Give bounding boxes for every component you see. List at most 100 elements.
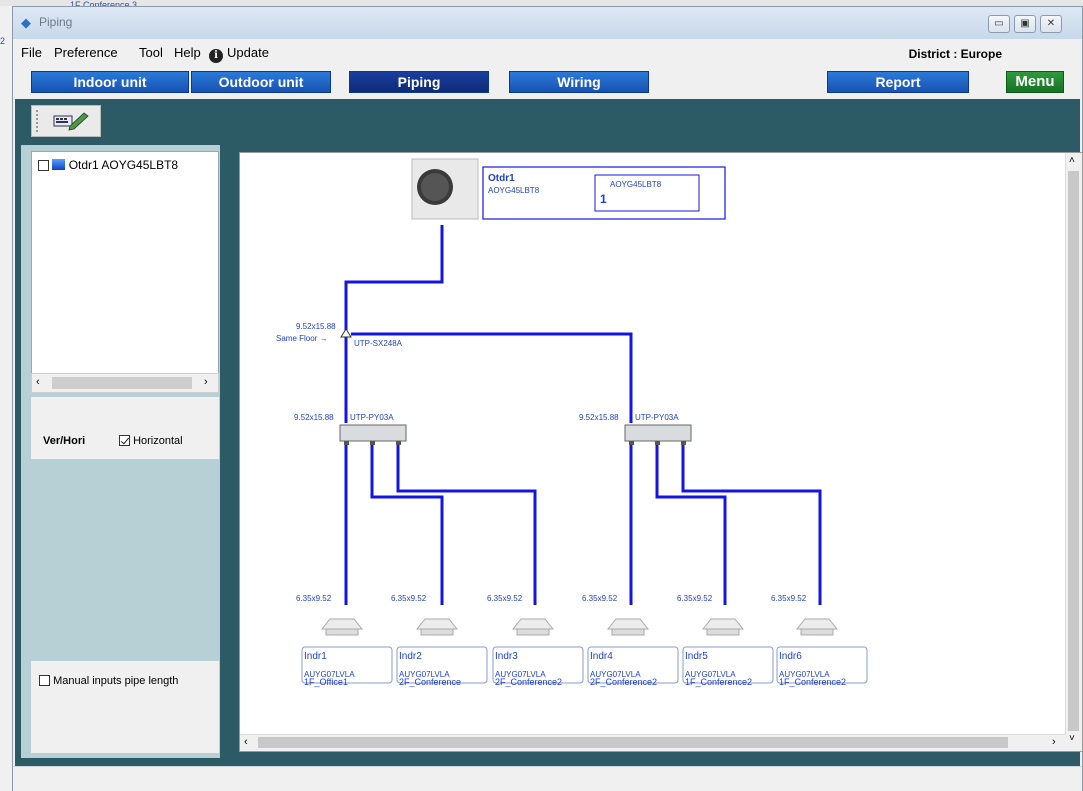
indoor-branch-pipe: [396, 445, 537, 605]
cassette-unit-icon: [701, 618, 745, 630]
cassette-unit-base: [611, 628, 645, 636]
piping-diagram: Otdr1AOYG45LBT8AOYG45LBT819.52x15.88Same…: [276, 158, 868, 687]
menu-help[interactable]: Help: [174, 45, 201, 60]
close-button[interactable]: ✕: [1040, 15, 1062, 33]
tree-item[interactable]: Otdr1 AOYG45LBT8: [38, 158, 178, 172]
horizontal-check-icon[interactable]: [119, 435, 130, 446]
indoor-pipe-size: 6.35x9.52: [296, 594, 332, 603]
scroll-left-icon[interactable]: ‹: [36, 376, 40, 388]
window-title: Piping: [39, 15, 73, 29]
indoor-name: Indr6: [779, 651, 802, 662]
indoor-room: 2F_Conference2: [590, 677, 657, 687]
indoor-room: 2F_Conference2: [495, 677, 562, 687]
header-port: [655, 441, 660, 445]
toolbar: [31, 105, 101, 137]
indoor-room: 1F_Conference2: [685, 677, 752, 687]
manual-check-icon[interactable]: [39, 675, 50, 686]
cassette-unit-icon: [415, 618, 459, 630]
canvas-vertical-scrollbar[interactable]: ˄ ˅: [1065, 153, 1082, 751]
tab-outdoor-unit[interactable]: Outdoor unit: [191, 71, 331, 93]
header-manifold-icon[interactable]: [339, 424, 407, 442]
horizontal-scroll-thumb[interactable]: [258, 737, 1008, 748]
tree-item-checkbox[interactable]: [38, 160, 49, 171]
minimize-button[interactable]: ▭: [988, 15, 1010, 33]
scroll-down-icon[interactable]: ˅: [1069, 733, 1075, 744]
indoor-pipe-size: 6.35x9.52: [677, 594, 713, 603]
indoor-branch-pipe: [370, 445, 444, 605]
indoor-branch-pipe: [681, 445, 822, 605]
header-port: [629, 441, 634, 445]
manual-input-panel: Manual inputs pipe length: [31, 661, 219, 753]
scroll-right-icon[interactable]: ›: [204, 376, 208, 388]
tab-indoor-unit[interactable]: Indoor unit: [31, 71, 189, 93]
indoor-name: Indr5: [685, 651, 708, 662]
indoor-name: Indr3: [495, 651, 518, 662]
horizontal-checkbox[interactable]: Horizontal: [119, 435, 183, 447]
piping-canvas: Otdr1 AOYG45LBT8 AOYG45LBT8 1 9.52x15.88 Same…: [239, 152, 1083, 752]
tab-report[interactable]: Report: [827, 71, 969, 93]
edit-pencil-icon[interactable]: [52, 110, 92, 132]
tree-scrollbar[interactable]: ‹ ›: [31, 373, 219, 393]
vertical-scroll-thumb[interactable]: [1068, 171, 1079, 731]
scroll-thumb[interactable]: [52, 377, 192, 389]
menu-preference[interactable]: Preference: [54, 45, 118, 60]
manual-length-label: Manual inputs pipe length: [53, 675, 179, 687]
background-app-strip: [0, 0, 12, 791]
indoor-room: 1F_Conference2: [779, 677, 846, 687]
canvas-horizontal-scrollbar[interactable]: ‹ ›: [240, 734, 1066, 751]
header-model: UTP-PY03A: [635, 413, 679, 422]
maximize-button[interactable]: ▣: [1014, 15, 1036, 33]
background-link[interactable]: 2: [0, 36, 5, 46]
menu-tool[interactable]: Tool: [139, 45, 163, 60]
cassette-unit-icon: [320, 618, 364, 630]
header-port: [681, 441, 686, 445]
canvas-scroll-left-icon[interactable]: ‹: [244, 736, 248, 748]
manual-length-checkbox[interactable]: Manual inputs pipe length: [39, 675, 178, 687]
outdoor-box-model: AOYG45LBT8: [610, 180, 662, 189]
title-bar: ◆ Piping ▭ ▣ ✕: [13, 7, 1082, 39]
menu-button[interactable]: Menu: [1006, 71, 1064, 93]
nav-bar: Indoor unit Outdoor unit Piping Wiring R…: [13, 65, 1082, 99]
header-port: [344, 441, 349, 445]
verhori-label: Ver/Hori: [43, 435, 86, 447]
indoor-room: 2F_Conference: [399, 677, 461, 687]
tab-piping[interactable]: Piping: [349, 71, 489, 93]
status-bar: [13, 766, 1082, 791]
header-model: UTP-PY03A: [350, 413, 394, 422]
cassette-unit-base: [706, 628, 740, 636]
scroll-up-icon[interactable]: ˄: [1069, 155, 1075, 166]
piping-window: ◆ Piping ▭ ▣ ✕ File Preference Tool Help…: [12, 6, 1083, 791]
cassette-unit-icon: [795, 618, 839, 630]
indoor-pipe-size: 6.35x9.52: [771, 594, 807, 603]
cassette-unit-base: [516, 628, 550, 636]
header-port: [396, 441, 401, 445]
indoor-pipe-size: 6.35x9.52: [391, 594, 427, 603]
tab-wiring[interactable]: Wiring: [509, 71, 649, 93]
menu-update[interactable]: i Update: [209, 45, 269, 63]
outdoor-model: AOYG45LBT8: [488, 186, 540, 195]
cassette-unit-icon: [511, 618, 555, 630]
cassette-unit-base: [420, 628, 454, 636]
toolbar-grip[interactable]: [36, 110, 41, 132]
cassette-unit-base: [800, 628, 834, 636]
canvas-scroll-right-icon[interactable]: ›: [1052, 736, 1056, 748]
info-icon: i: [209, 49, 223, 63]
indoor-name: Indr2: [399, 651, 422, 662]
menu-file[interactable]: File: [21, 45, 42, 60]
indoor-branch-pipe: [655, 445, 727, 605]
outdoor-fan-grille: [421, 173, 449, 201]
horizontal-label: Horizontal: [133, 435, 183, 447]
header-pipe-size: 9.52x15.88: [579, 413, 619, 422]
tree-item-label: Otdr1 AOYG45LBT8: [68, 158, 179, 172]
district-label: District : Europe: [908, 47, 1002, 61]
indoor-pipe-size: 6.35x9.52: [487, 594, 523, 603]
main-pipe: [344, 225, 444, 333]
header-port: [370, 441, 375, 445]
main-pipe-size: 9.52x15.88: [296, 322, 336, 331]
indoor-name: Indr4: [590, 651, 613, 662]
header-manifold-icon[interactable]: [624, 424, 692, 442]
indoor-room: 1F_Office1: [304, 677, 348, 687]
indoor-pipe-size: 6.35x9.52: [582, 594, 618, 603]
orientation-panel: Ver/Hori Horizontal: [31, 397, 219, 459]
same-floor-label: Same Floor →: [276, 334, 328, 343]
